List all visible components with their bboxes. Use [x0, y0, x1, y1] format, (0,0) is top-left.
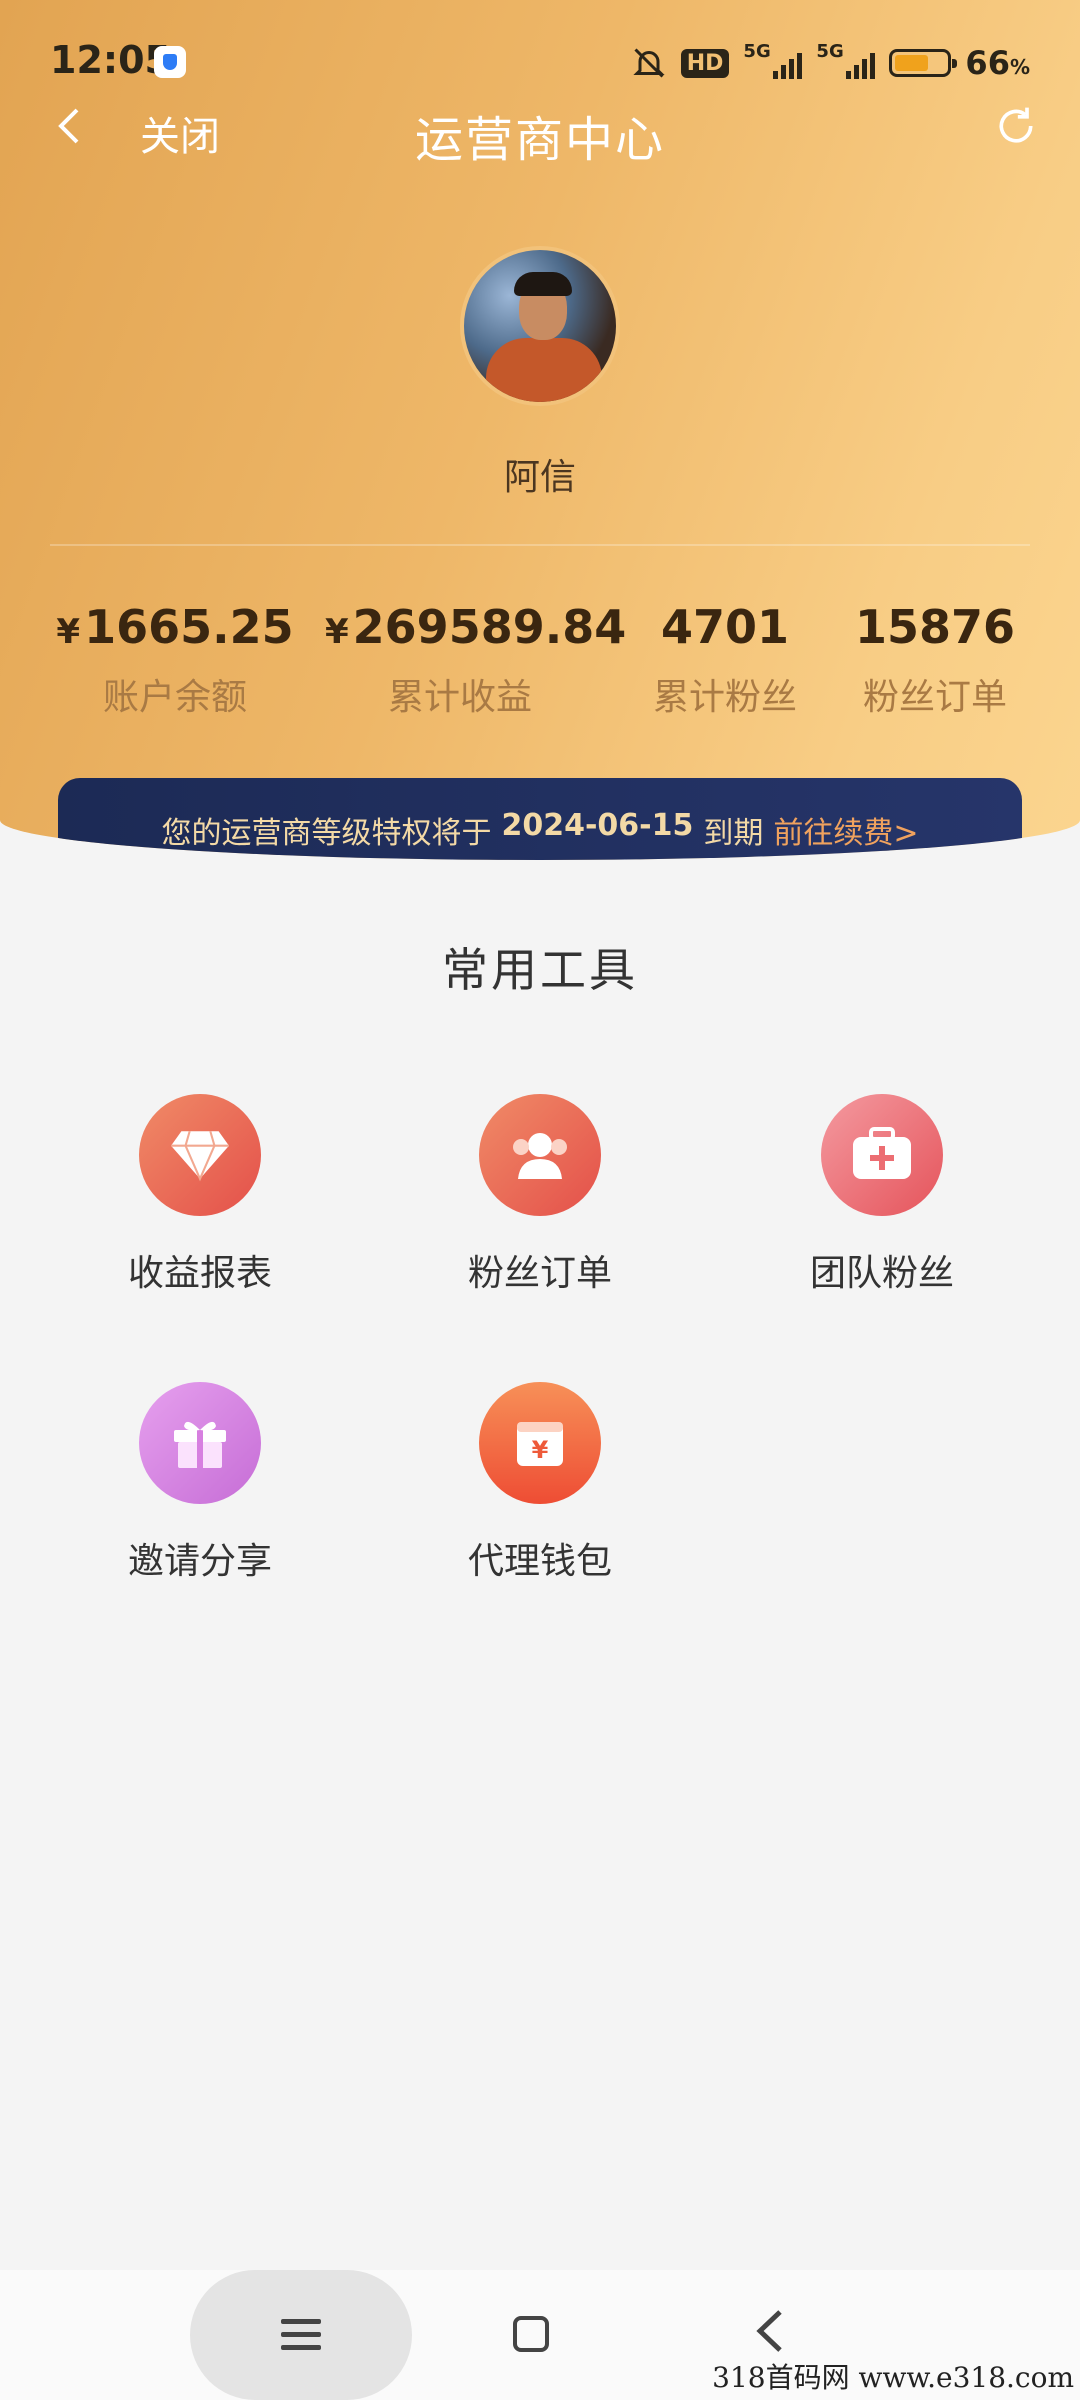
tool-label: 团队粉丝	[809, 1253, 954, 1294]
tool-fan-orders[interactable]: 粉丝订单	[410, 1094, 670, 1296]
stat-total-fans[interactable]: 4701 累计粉丝	[625, 600, 825, 720]
avatar[interactable]	[460, 246, 620, 406]
signal-icon: 5G	[743, 41, 803, 79]
hd-badge: HD	[680, 48, 730, 78]
wallet-icon: ¥	[517, 1422, 563, 1466]
gift-icon	[174, 1421, 226, 1468]
tools-section-title: 常用工具	[442, 943, 638, 997]
status-bar: 12:05 HD 5G 5G 66%	[50, 38, 1030, 88]
network-type-2: 5G	[816, 41, 844, 62]
divider	[50, 544, 1030, 546]
menu-button[interactable]	[190, 2270, 412, 2400]
mute-bell-icon	[633, 48, 665, 78]
watermark: 318首码网 www.e318.com	[712, 2361, 1074, 2394]
tool-label: 收益报表	[127, 1253, 272, 1294]
tool-team-fans[interactable]: 团队粉丝	[752, 1094, 1012, 1296]
banner-date: 2024-06-15	[501, 808, 694, 843]
battery-icon	[889, 49, 958, 77]
stat-total-income[interactable]: ¥269589.84 累计收益	[325, 600, 626, 720]
status-time: 12:05	[50, 38, 171, 82]
tool-label: 邀请分享	[127, 1541, 272, 1582]
app-notification-icon	[154, 46, 186, 78]
tool-label: 代理钱包	[467, 1541, 612, 1582]
tool-income-report[interactable]: 收益报表	[70, 1094, 330, 1296]
menu-icon	[281, 2319, 321, 2350]
network-type: 5G	[743, 41, 771, 62]
svg-text:¥: ¥	[532, 1436, 549, 1464]
top-nav: 关闭 运营商中心	[0, 100, 1080, 168]
header-panel: 12:05 HD 5G 5G 66% 关闭 运营商中心 阿信 ¥1665.25 …	[0, 0, 1080, 860]
refresh-icon[interactable]	[994, 104, 1038, 148]
user-name: 阿信	[503, 457, 576, 498]
stat-balance[interactable]: ¥1665.25 账户余额	[55, 600, 295, 720]
tool-agent-wallet[interactable]: ¥ 代理钱包	[410, 1382, 670, 1584]
kit-icon	[853, 1127, 911, 1179]
page-title: 运营商中心	[414, 112, 665, 168]
signal-icon-2: 5G	[816, 41, 876, 79]
tool-invite-share[interactable]: 邀请分享	[70, 1382, 330, 1584]
expiry-banner[interactable]: 您的运营商等级特权将于 2024-06-15 到期 前往续费>	[58, 778, 1022, 860]
diamond-icon	[171, 1130, 229, 1182]
banner-suffix: 到期	[703, 816, 764, 851]
banner-text: 您的运营商等级特权将于	[161, 816, 492, 851]
battery-percent: 66%	[965, 44, 1030, 82]
renew-link[interactable]: 前往续费>	[773, 808, 918, 852]
home-button[interactable]	[513, 2316, 549, 2352]
users-icon	[513, 1133, 567, 1179]
stat-fan-orders[interactable]: 15876 粉丝订单	[845, 600, 1025, 720]
tool-label: 粉丝订单	[467, 1253, 612, 1294]
